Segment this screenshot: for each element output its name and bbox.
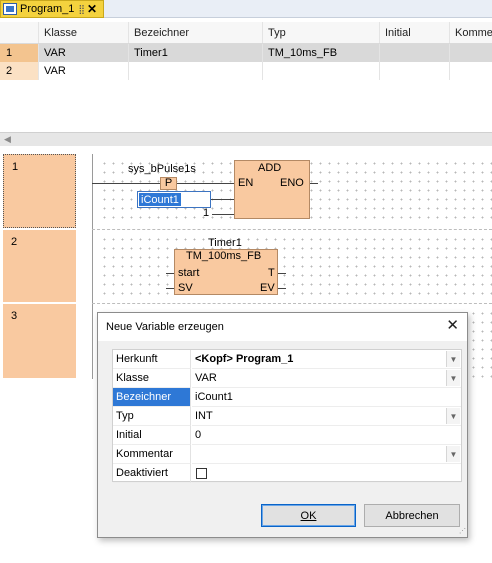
en-pin: EN xyxy=(238,177,254,189)
property-row-herkunft[interactable]: Herkunft <Kopf> Program_1 ▼ xyxy=(113,350,461,369)
wire xyxy=(166,273,174,274)
add-block-name: ADD xyxy=(258,162,282,174)
cell-bezeichner[interactable] xyxy=(129,62,263,80)
row-index[interactable]: 2 xyxy=(0,62,39,80)
table-row[interactable]: 1 VAR Timer1 TM_10ms_FB xyxy=(0,44,492,62)
cell-initial[interactable] xyxy=(380,62,450,80)
start-pin: start xyxy=(178,267,200,279)
power-rail xyxy=(92,154,93,379)
property-label: Herkunft xyxy=(113,350,191,369)
cell-typ[interactable]: TM_10ms_FB xyxy=(263,44,380,62)
cell-typ[interactable] xyxy=(263,62,380,80)
chevron-down-icon[interactable]: ▼ xyxy=(446,446,460,462)
header-kommentar[interactable]: Komme xyxy=(450,22,492,43)
header-initial[interactable]: Initial xyxy=(380,22,450,43)
property-label: Bezeichner xyxy=(113,388,191,407)
variable-edit-text[interactable]: iCount1 xyxy=(139,193,181,206)
property-value-kommentar[interactable] xyxy=(192,445,461,464)
row-index[interactable]: 1 xyxy=(0,44,39,62)
property-value-deaktiviert[interactable] xyxy=(192,464,461,483)
dialog-titlebar[interactable]: Neue Variable erzeugen ✕ xyxy=(98,313,467,341)
property-value-herkunft[interactable]: <Kopf> Program_1 xyxy=(192,350,461,369)
property-label: Kommentar xyxy=(113,445,191,464)
property-label: Typ xyxy=(113,407,191,426)
wire xyxy=(92,183,160,184)
tab-title: Program_1 xyxy=(20,3,75,15)
chevron-down-icon[interactable]: ▼ xyxy=(446,351,460,367)
network-number[interactable]: 2 xyxy=(3,230,76,302)
scroll-left-icon[interactable]: ◀ xyxy=(4,134,11,145)
header-typ[interactable]: Typ xyxy=(263,22,380,43)
property-value-bezeichner[interactable]: iCount1 xyxy=(192,388,461,407)
grid-dots xyxy=(100,235,492,299)
dialog-title: Neue Variable erzeugen xyxy=(106,321,224,333)
chevron-down-icon[interactable]: ▼ xyxy=(446,370,460,386)
cell-bezeichner[interactable]: Timer1 xyxy=(129,44,263,62)
timer-block-type: TM_100ms_FB xyxy=(186,250,262,262)
ok-button[interactable]: OK xyxy=(261,504,356,527)
deaktiviert-checkbox[interactable] xyxy=(196,467,207,479)
wire xyxy=(212,214,234,215)
cell-klasse[interactable]: VAR xyxy=(39,44,129,62)
wire xyxy=(177,183,234,184)
header-bezeichner[interactable]: Bezeichner xyxy=(129,22,263,43)
property-value-klasse[interactable]: VAR xyxy=(192,369,461,388)
wire xyxy=(310,183,318,184)
declaration-header: Klasse Bezeichner Typ Initial Komme xyxy=(0,22,492,44)
horizontal-scrollbar[interactable]: ◀ xyxy=(0,132,492,146)
pulse-variable[interactable]: sys_bPulse1s xyxy=(128,163,196,175)
variable-edit-field[interactable]: iCount1 xyxy=(137,191,211,208)
ev-pin: EV xyxy=(260,282,275,294)
wire xyxy=(211,199,234,200)
cell-kommentar[interactable] xyxy=(450,44,492,62)
eno-pin: ENO xyxy=(280,177,304,189)
t-pin: T xyxy=(268,267,275,279)
property-label: Klasse xyxy=(113,369,191,388)
close-tab-icon[interactable]: ✕ xyxy=(87,3,97,15)
header-klasse[interactable]: Klasse xyxy=(39,22,129,43)
cell-klasse[interactable]: VAR xyxy=(39,62,129,80)
close-icon[interactable]: ✕ xyxy=(446,317,459,335)
property-label: Deaktiviert xyxy=(113,464,191,483)
cancel-button[interactable]: Abbrechen xyxy=(364,504,460,527)
network-number[interactable]: 1 xyxy=(3,154,76,228)
editor-tabstrip: Program_1 ⣿ ✕ xyxy=(0,0,492,18)
chevron-down-icon[interactable]: ▼ xyxy=(446,408,460,424)
declaration-grid: Klasse Bezeichner Typ Initial Komme 1 VA… xyxy=(0,18,492,132)
property-value-typ[interactable]: INT xyxy=(192,407,461,426)
network-separator xyxy=(92,303,492,304)
tab-program-1[interactable]: Program_1 ⣿ ✕ xyxy=(0,0,104,18)
property-label: Initial xyxy=(113,426,191,445)
property-grid: Herkunft <Kopf> Program_1 ▼ Klasse VAR ▼… xyxy=(112,349,462,483)
pin-icon[interactable]: ⣿ xyxy=(78,4,85,15)
wire xyxy=(278,288,286,289)
network-number[interactable]: 3 xyxy=(3,304,76,378)
cell-initial[interactable] xyxy=(380,44,450,62)
property-row-typ[interactable]: Typ INT ▼ xyxy=(113,407,461,426)
property-row-klasse[interactable]: Klasse VAR ▼ xyxy=(113,369,461,388)
network-separator xyxy=(92,229,492,230)
wire xyxy=(166,288,174,289)
table-row[interactable]: 2 VAR xyxy=(0,62,492,80)
edge-contact[interactable]: P xyxy=(160,177,177,190)
wire xyxy=(278,273,286,274)
sv-pin: SV xyxy=(178,282,193,294)
cell-kommentar[interactable] xyxy=(450,62,492,80)
property-value-initial[interactable]: 0 xyxy=(192,426,461,445)
property-row-bezeichner[interactable]: Bezeichner iCount1 xyxy=(113,388,461,407)
property-row-kommentar[interactable]: Kommentar ▼ xyxy=(113,445,461,464)
property-row-initial[interactable]: Initial 0 xyxy=(113,426,461,445)
resize-grip-icon[interactable]: ⋰ xyxy=(459,528,466,535)
header-index xyxy=(0,22,39,43)
constant-input[interactable]: 1 xyxy=(203,207,209,219)
new-variable-dialog: Neue Variable erzeugen ✕ Herkunft <Kopf>… xyxy=(97,312,468,538)
timer-instance[interactable]: Timer1 xyxy=(208,237,242,249)
property-row-deaktiviert[interactable]: Deaktiviert xyxy=(113,464,461,483)
program-icon xyxy=(3,3,17,15)
